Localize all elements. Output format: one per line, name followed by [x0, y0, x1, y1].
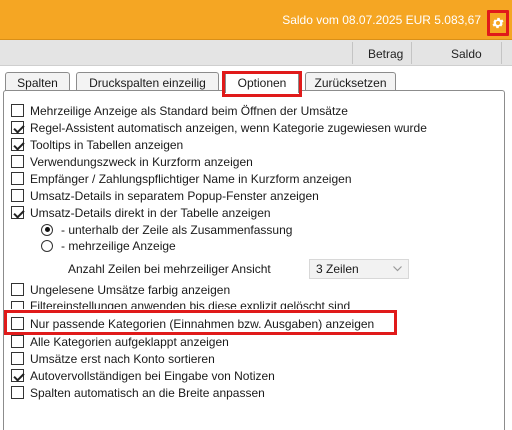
option-label: Autovervollständigen bei Eingabe von Not… — [30, 368, 275, 383]
rows-select[interactable]: 3 Zeilen — [309, 259, 409, 279]
option-label: Umsatz-Details in separatem Popup-Fenste… — [30, 188, 319, 203]
column-header-betrag[interactable]: Betrag — [368, 47, 403, 61]
radio-mehrzeilig[interactable]: - mehrzeilige Anzeige — [41, 238, 176, 253]
option-nach-konto-sortieren[interactable]: Umsätze erst nach Konto sortieren — [11, 351, 215, 366]
option-label: Ungelesene Umsätze farbig anzeigen — [30, 282, 231, 297]
checkbox[interactable] — [11, 335, 24, 348]
tab-label: Druckspalten einzeilig — [89, 75, 206, 90]
checkbox[interactable] — [11, 172, 24, 185]
option-alle-kategorien-aufgeklappt[interactable]: Alle Kategorien aufgeklappt anzeigen — [11, 334, 229, 349]
radio-zusammenfassung[interactable]: - unterhalb der Zeile als Zusammenfassun… — [41, 222, 292, 237]
option-spalten-breite[interactable]: Spalten automatisch an die Breite anpass… — [11, 385, 265, 400]
tab-optionen[interactable]: Optionen — [225, 71, 299, 93]
option-details-popup[interactable]: Umsatz-Details in separatem Popup-Fenste… — [11, 188, 319, 203]
checkbox[interactable] — [11, 155, 24, 168]
checkbox[interactable] — [11, 386, 24, 399]
radio-label: - unterhalb der Zeile als Zusammenfassun… — [61, 222, 293, 237]
checkbox[interactable] — [11, 206, 24, 219]
radio-label: - mehrzeilige Anzeige — [61, 238, 176, 253]
gear-icon — [492, 17, 504, 29]
checkbox[interactable] — [11, 104, 24, 117]
column-separator — [352, 42, 353, 64]
option-label: Filtereinstellungen anwenden bis diese e… — [30, 299, 351, 309]
checkbox[interactable] — [11, 369, 24, 382]
option-label: Mehrzeilige Anzeige als Standard beim Öf… — [30, 103, 348, 118]
option-ungelesene-farbig[interactable]: Ungelesene Umsätze farbig anzeigen — [11, 282, 230, 297]
option-label: Nur passende Kategorien (Einnahmen bzw. … — [30, 316, 375, 331]
tab-label: Optionen — [237, 75, 287, 90]
option-label: Verwendungszweck in Kurzform anzeigen — [30, 154, 253, 169]
settings-button[interactable] — [487, 10, 509, 36]
saldo-text: Saldo vom 08.07.2025 EUR 5.083,67 — [282, 13, 481, 27]
checkbox[interactable] — [11, 189, 24, 202]
option-label: Spalten automatisch an die Breite anpass… — [30, 385, 265, 400]
tab-spalten[interactable]: Spalten — [5, 72, 70, 92]
tab-druckspalten-einzeilig[interactable]: Druckspalten einzeilig — [76, 72, 219, 92]
checkbox[interactable] — [11, 352, 24, 365]
radio-button[interactable] — [41, 239, 53, 252]
option-tooltips[interactable]: Tooltips in Tabellen anzeigen — [11, 137, 183, 152]
column-separator — [411, 42, 412, 64]
checkbox[interactable] — [11, 301, 24, 309]
checkbox[interactable] — [11, 317, 24, 330]
option-mehrzeilige-anzeige[interactable]: Mehrzeilige Anzeige als Standard beim Öf… — [11, 103, 348, 118]
rows-setting-label: Anzahl Zeilen bei mehrzeiliger Ansicht — [68, 262, 271, 276]
option-nur-passende-kategorien[interactable]: Nur passende Kategorien (Einnahmen bzw. … — [11, 316, 374, 331]
option-empfaenger-kurzform[interactable]: Empfänger / Zahlungspflichtiger Name in … — [11, 171, 352, 186]
option-regel-assistent[interactable]: Regel-Assistent automatisch anzeigen, we… — [11, 120, 427, 135]
option-label: Regel-Assistent automatisch anzeigen, we… — [30, 120, 427, 135]
chevron-down-icon — [393, 266, 402, 272]
tab-label: Spalten — [17, 75, 58, 90]
option-label: Tooltips in Tabellen anzeigen — [30, 137, 184, 152]
option-label: Umsatz-Details direkt in der Tabelle anz… — [30, 205, 271, 220]
option-label: Alle Kategorien aufgeklappt anzeigen — [30, 334, 229, 349]
checkbox[interactable] — [11, 138, 24, 151]
option-verwendungszweck-kurzform[interactable]: Verwendungszweck in Kurzform anzeigen — [11, 154, 253, 169]
tab-zuruecksetzen[interactable]: Zurücksetzen — [305, 72, 396, 92]
option-details-tabelle[interactable]: Umsatz-Details direkt in der Tabelle anz… — [11, 205, 271, 220]
radio-button[interactable] — [41, 223, 53, 236]
rows-select-value: 3 Zeilen — [316, 262, 359, 276]
column-header-bar: Betrag Saldo — [0, 40, 512, 66]
option-autovervollstaendigen[interactable]: Autovervollständigen bei Eingabe von Not… — [11, 368, 275, 383]
checkbox[interactable] — [11, 283, 24, 296]
option-filtereinstellungen[interactable]: Filtereinstellungen anwenden bis diese e… — [11, 299, 350, 309]
column-header-saldo[interactable]: Saldo — [451, 47, 482, 61]
option-label: Umsätze erst nach Konto sortieren — [30, 351, 215, 366]
option-label: Empfänger / Zahlungspflichtiger Name in … — [30, 171, 352, 186]
checkbox[interactable] — [11, 121, 24, 134]
column-separator — [501, 42, 502, 64]
saldo-bar: Saldo vom 08.07.2025 EUR 5.083,67 — [0, 0, 512, 40]
tab-label: Zurücksetzen — [314, 75, 387, 90]
